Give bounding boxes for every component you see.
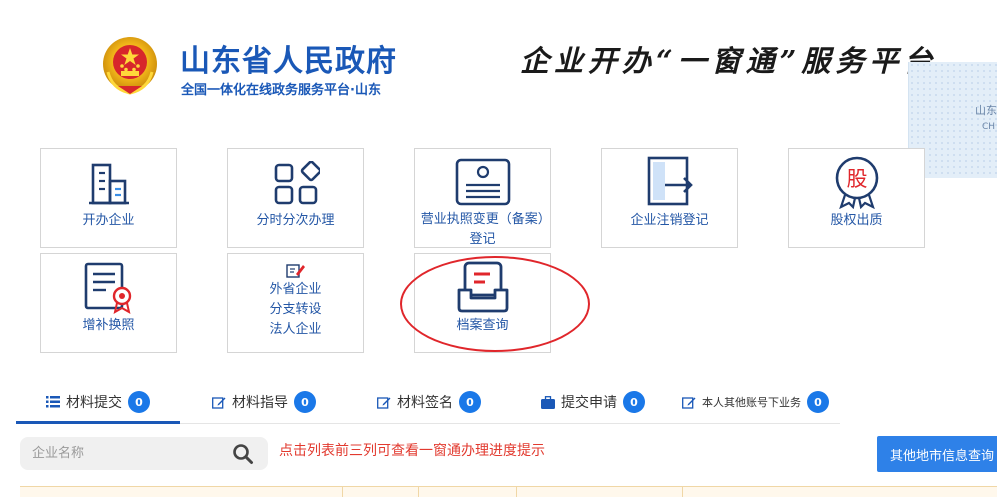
tab-label: 材料签名 xyxy=(397,395,453,411)
count-badge: 0 xyxy=(459,391,481,413)
status-tabs: 材料提交 0 材料指导 0 材料签名 0 提交申请 0 本人其他账号下业务 0 xyxy=(16,380,840,424)
tab-materials-guidance[interactable]: 材料指导 0 xyxy=(212,380,316,424)
building-icon xyxy=(88,163,129,205)
count-badge: 0 xyxy=(623,391,645,413)
table-column-divider xyxy=(342,487,343,497)
table-column-divider xyxy=(516,487,517,497)
tile-label: 企业注销登记 xyxy=(630,213,709,228)
tab-materials-sign[interactable]: 材料签名 0 xyxy=(377,380,481,424)
tile-label-line-3: 法人企业 xyxy=(269,322,322,337)
tile-deregistration[interactable]: 企业注销登记 xyxy=(601,148,738,248)
tile-label: 增补换照 xyxy=(82,318,135,333)
edit-icon xyxy=(212,396,226,409)
tile-label-line-1: 外省企业 xyxy=(269,282,322,297)
gov-title: 山东省人民政府 xyxy=(180,44,397,79)
briefcase-icon xyxy=(541,395,555,409)
tile-license-reissue[interactable]: 增补换照 xyxy=(40,253,177,353)
tile-split-processing[interactable]: 分时分次办理 xyxy=(227,148,364,248)
edit-icon xyxy=(682,396,696,409)
tile-archive-query[interactable]: 档案查询 xyxy=(414,253,551,353)
results-table-header xyxy=(20,486,997,497)
national-emblem-icon xyxy=(103,37,157,95)
tile-label: 开办企业 xyxy=(82,213,135,228)
tile-label: 分时分次办理 xyxy=(256,213,335,228)
tab-label: 本人其他账号下业务 xyxy=(702,396,801,409)
tab-submit-application[interactable]: 提交申请 0 xyxy=(541,380,645,424)
count-badge: 0 xyxy=(294,391,316,413)
tile-equity-pledge[interactable]: 股 股权出质 xyxy=(788,148,925,248)
svg-text:股: 股 xyxy=(846,167,867,191)
side-widget-text: 山东 xyxy=(975,104,997,117)
search-icon[interactable] xyxy=(232,443,254,465)
other-cities-query-button[interactable]: 其他地市信息查询 xyxy=(877,436,997,472)
tab-label: 材料指导 xyxy=(232,395,288,411)
company-name-search-input[interactable] xyxy=(20,437,230,470)
table-column-divider xyxy=(418,487,419,497)
edit-note-icon xyxy=(285,264,305,278)
progress-hint-text: 点击列表前三列可查看一窗通办理进度提示 xyxy=(279,443,545,459)
count-badge: 0 xyxy=(128,391,150,413)
side-widget-subtext: CH xyxy=(982,122,996,132)
tile-label-line-2: 分支转设 xyxy=(269,302,322,317)
certificate-icon xyxy=(84,262,131,314)
active-tab-indicator xyxy=(16,421,180,424)
tile-start-business[interactable]: 开办企业 xyxy=(40,148,177,248)
tile-label: 股权出质 xyxy=(830,213,883,228)
tile-license-change[interactable]: 营业执照变更（备案）登记 xyxy=(414,148,551,248)
search-box xyxy=(20,437,268,470)
gov-subtitle: 全国一体化在线政务服务平台·山东 xyxy=(181,83,381,98)
edit-icon xyxy=(377,396,391,409)
tab-label: 材料提交 xyxy=(66,395,122,411)
exit-door-icon xyxy=(647,156,693,206)
tile-label: 档案查询 xyxy=(456,318,509,333)
tab-other-account-business[interactable]: 本人其他账号下业务 0 xyxy=(682,380,829,424)
archive-box-icon xyxy=(457,261,508,313)
tile-label: 营业执照变更（备案）登记 xyxy=(420,212,545,247)
license-card-icon xyxy=(455,158,510,206)
tile-out-of-province-branch[interactable]: 外省企业 分支转设 法人企业 xyxy=(227,253,364,353)
tab-materials-submit[interactable]: 材料提交 0 xyxy=(46,380,150,424)
grid-shapes-icon xyxy=(274,161,320,205)
table-column-divider xyxy=(682,487,683,497)
count-badge: 0 xyxy=(807,391,829,413)
tab-label: 提交申请 xyxy=(561,395,617,411)
list-icon xyxy=(46,396,60,408)
equity-seal-icon: 股 xyxy=(835,156,878,209)
